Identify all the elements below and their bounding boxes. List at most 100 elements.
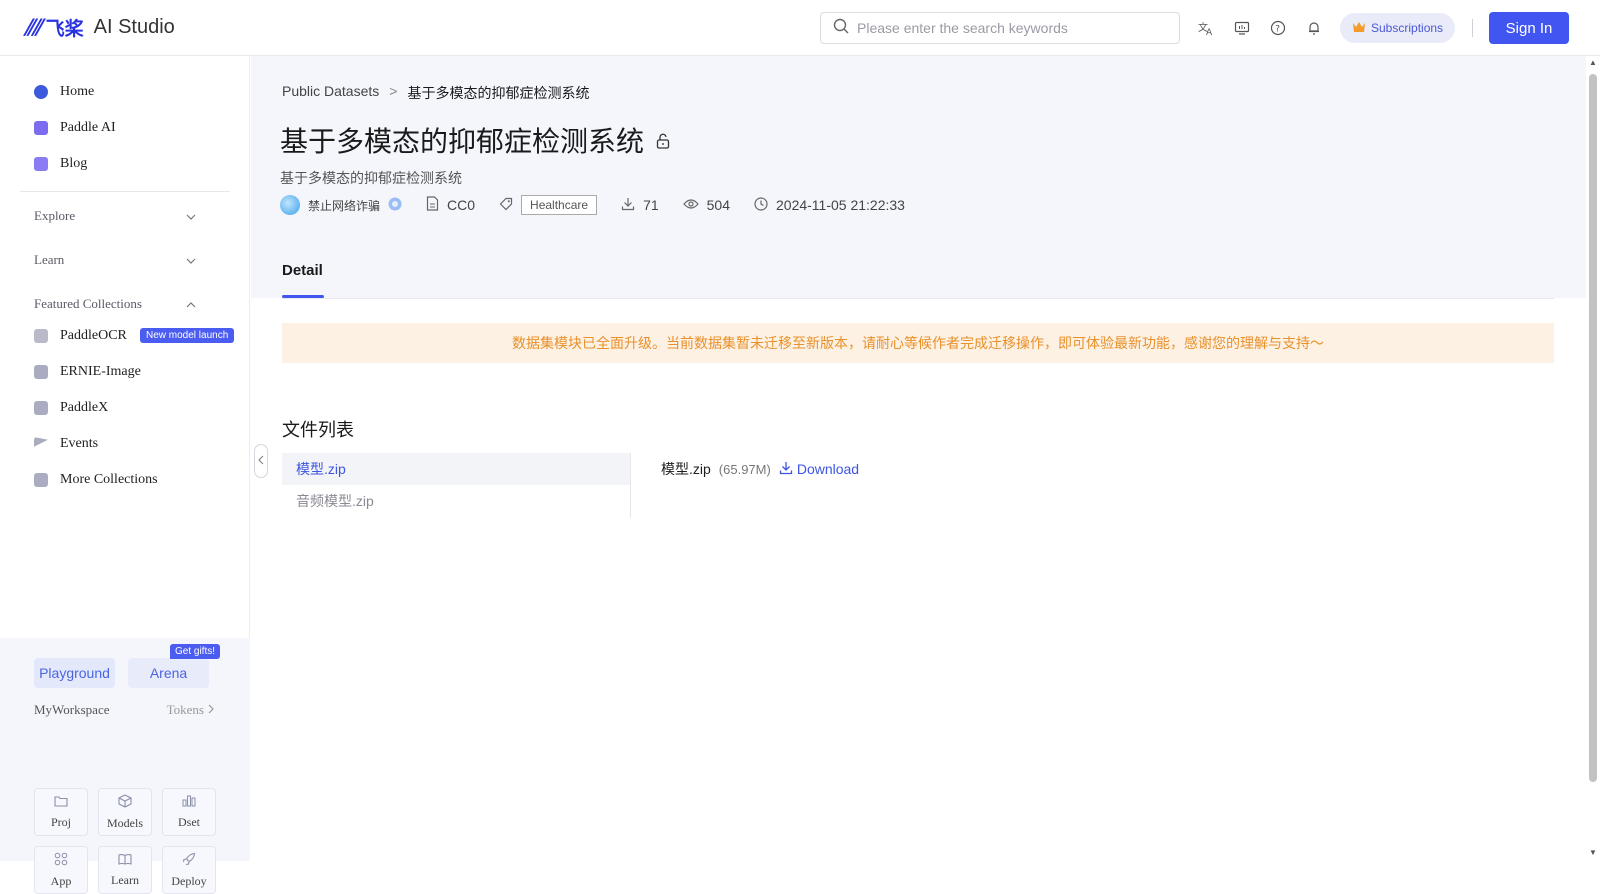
scroll-up-arrow-icon[interactable]: ▲ — [1589, 58, 1597, 67]
top-header: ⫽⫽ 飞桨 AI Studio 文A ? Subscriptions Sign … — [0, 0, 1600, 56]
tag-icon — [499, 197, 513, 214]
verified-badge-icon — [388, 197, 402, 214]
tile-deploy[interactable]: Deploy — [162, 846, 216, 894]
tile-label: App — [50, 873, 72, 888]
breadcrumb-parent-link[interactable]: Public Datasets — [282, 83, 379, 103]
tile-label: Models — [107, 815, 143, 830]
clock-icon — [754, 196, 768, 214]
collection-icon — [34, 473, 48, 487]
subscriptions-label: Subscriptions — [1371, 21, 1444, 35]
sidebar-item-label: ERNIE-Image — [60, 364, 141, 379]
section-learn[interactable]: Learn — [34, 252, 196, 268]
breadcrumb-separator: > — [389, 83, 398, 99]
home-icon — [34, 85, 48, 99]
search-input[interactable] — [857, 20, 1157, 36]
tokens-label: Tokens — [166, 702, 204, 717]
license-info: CC0 — [426, 196, 475, 214]
sidebar-item-paddleocr[interactable]: PaddleOCR — [34, 328, 127, 344]
sidebar-item-home[interactable]: Home — [34, 84, 94, 100]
tab-bar-divider — [282, 298, 1554, 299]
chevron-down-icon — [186, 252, 196, 268]
breadcrumb: Public Datasets > 基于多模态的抑郁症检测系统 — [282, 83, 589, 103]
chevron-left-icon — [258, 454, 264, 468]
bell-icon[interactable] — [1304, 18, 1324, 38]
search-box[interactable] — [820, 12, 1180, 44]
chevron-right-icon — [208, 702, 214, 718]
dataset-description: 基于多模态的抑郁症检测系统 — [280, 170, 462, 186]
tile-app[interactable]: App — [34, 846, 88, 894]
section-featured-collections[interactable]: Featured Collections — [34, 296, 196, 312]
tab-detail[interactable]: Detail — [282, 262, 323, 279]
sidebar-item-label: Home — [60, 84, 95, 99]
file-list-item[interactable]: 音频模型.zip — [282, 485, 630, 517]
chevron-up-icon — [186, 296, 196, 312]
tag-info: Healthcare — [499, 195, 598, 215]
tile-label: Deploy — [171, 873, 207, 888]
tile-dset[interactable]: Dset — [162, 788, 216, 836]
image-icon — [34, 365, 48, 379]
tile-label: Proj — [50, 814, 71, 829]
bar-chart-icon — [182, 795, 196, 811]
logo-text: AI Studio — [93, 16, 175, 38]
page-title: 基于多模态的抑郁症检测系统 — [280, 120, 670, 160]
tile-learn[interactable]: Learn — [98, 846, 152, 894]
sidebar: Home Paddle AI Blog Explore Learn Featur… — [0, 56, 250, 894]
dataset-meta-row: 禁止网络诈骗 CC0 Healthcare 71 504 2024-11-05 … — [280, 195, 929, 215]
chevron-down-icon — [186, 208, 196, 224]
breadcrumb-current: 基于多模态的抑郁症检测系统 — [407, 85, 590, 101]
category-tag[interactable]: Healthcare — [521, 195, 598, 215]
sidebar-item-paddlex[interactable]: PaddleX — [34, 400, 108, 416]
playground-button[interactable]: Playground — [34, 658, 115, 688]
tokens-link[interactable]: Tokens — [167, 702, 214, 718]
tile-label: Dset — [178, 814, 200, 829]
help-icon[interactable]: ? — [1268, 18, 1288, 38]
section-label: Explore — [34, 208, 76, 223]
workspace-label: MyWorkspace — [34, 702, 110, 717]
sidebar-item-label: PaddleOCR — [60, 328, 127, 343]
subscriptions-button[interactable]: Subscriptions — [1340, 13, 1456, 43]
view-count: 504 — [682, 197, 730, 213]
scrollbar-thumb[interactable] — [1589, 74, 1597, 782]
sidebar-bottom-panel: Playground Arena Get gifts! MyWorkspace … — [0, 638, 250, 894]
download-label: Download — [796, 461, 860, 477]
download-link[interactable]: Download — [779, 461, 859, 478]
header-divider — [1472, 19, 1473, 37]
download-icon — [621, 197, 635, 214]
file-list-item[interactable]: 模型.zip — [282, 453, 630, 485]
author[interactable]: 禁止网络诈骗 — [280, 195, 402, 215]
arena-button[interactable]: Arena — [128, 658, 209, 688]
paddlex-icon — [34, 401, 48, 415]
cube-icon — [118, 793, 132, 812]
sidebar-item-blog[interactable]: Blog — [34, 156, 87, 172]
monitor-icon[interactable] — [1232, 18, 1252, 38]
sidebar-item-more-collections[interactable]: More Collections — [34, 472, 158, 488]
document-icon — [426, 196, 439, 214]
translate-icon[interactable]: 文A — [1196, 18, 1216, 38]
sidebar-item-label: Paddle AI — [60, 120, 116, 135]
page-scrollbar[interactable]: ▲ ▼ — [1586, 56, 1600, 861]
eye-icon — [682, 197, 699, 213]
update-time-value: 2024-11-05 21:22:33 — [776, 197, 905, 213]
page-title-text: 基于多模态的抑郁症检测系统 — [280, 126, 645, 157]
license-label: CC0 — [447, 197, 476, 213]
sign-in-button[interactable]: Sign In — [1489, 12, 1569, 44]
logo[interactable]: ⫽⫽ 飞桨 AI Studio — [24, 14, 175, 41]
file-detail: 模型.zip (65.97M) Download — [661, 459, 859, 479]
ocr-icon — [34, 329, 48, 343]
avatar — [280, 195, 300, 215]
sidebar-item-paddle-ai[interactable]: Paddle AI — [34, 120, 116, 136]
sidebar-item-ernie-image[interactable]: ERNIE-Image — [34, 364, 141, 380]
section-explore[interactable]: Explore — [34, 208, 196, 224]
robot-icon — [34, 121, 48, 135]
scroll-down-arrow-icon[interactable]: ▼ — [1589, 848, 1597, 857]
svg-text:?: ? — [1275, 25, 1280, 35]
sidebar-collapse-button[interactable] — [254, 444, 268, 478]
tile-models[interactable]: Models — [98, 788, 152, 836]
update-time: 2024-11-05 21:22:33 — [754, 196, 905, 214]
tile-proj[interactable]: Proj — [34, 788, 88, 836]
unlock-icon — [656, 124, 670, 156]
sidebar-item-events[interactable]: Events — [34, 436, 98, 452]
svg-text:A: A — [1206, 28, 1213, 36]
sidebar-divider — [20, 191, 230, 192]
crown-icon — [1352, 21, 1366, 36]
